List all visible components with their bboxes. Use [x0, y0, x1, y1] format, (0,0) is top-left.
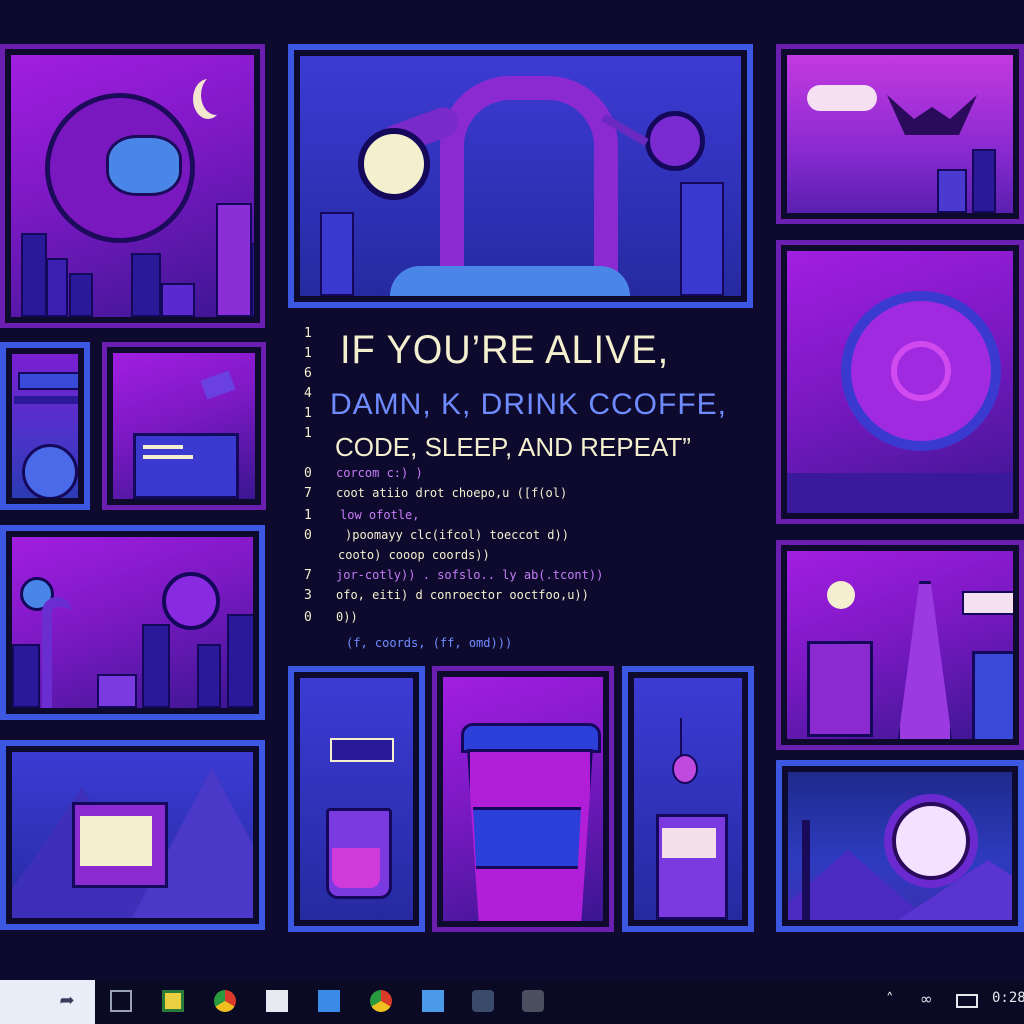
coffee-machine [807, 641, 873, 737]
line-number: 1 [304, 346, 312, 361]
chrome-icon[interactable] [214, 990, 236, 1012]
clock-circle [358, 128, 430, 200]
settings-icon[interactable] [522, 990, 544, 1012]
panel-coffee-cup [432, 666, 614, 932]
code-line: low ofotle, [340, 508, 420, 522]
line-number: 0 [304, 528, 312, 543]
chevron-up-icon[interactable]: ˄ [886, 990, 894, 1008]
line-number: 6 [304, 366, 312, 381]
panel-mountains-window [0, 740, 265, 930]
task-view-icon[interactable] [110, 990, 132, 1012]
bat [887, 95, 977, 135]
crescent-moon [201, 75, 231, 115]
chrome-icon[interactable] [370, 990, 392, 1012]
line-number: 7 [304, 568, 312, 583]
panel-dragon [0, 525, 265, 720]
line-number: 7 [304, 486, 312, 501]
quote-line-3: CODE, SLEEP, AND REPEAT” [335, 432, 691, 462]
panel-sunset [776, 760, 1024, 932]
quote-block: IF YOU’RE ALIVE, DAMN, K, DRINK CCOFFE, … [290, 320, 760, 650]
panel-bat-sky [776, 44, 1024, 224]
code-line: )poomayy clc(ifcol) toeccot d)) [345, 528, 569, 542]
cup-sleeve [473, 807, 581, 869]
taskbar-search-box[interactable]: ➦ [0, 980, 95, 1024]
code-line: (f, coords, (ff, omd))) [346, 636, 513, 650]
line-number: 0 [304, 610, 312, 625]
panel-coffee-pot [288, 666, 425, 932]
cup-lid [461, 723, 601, 753]
code-line: jor-cotly)) . sofslo.. ly ab(.tcont)) [336, 568, 604, 582]
quote-line-1: IF YOU’RE ALIVE, [340, 328, 670, 372]
tentacle-arch [440, 76, 618, 296]
panel-coffee-mug [622, 666, 754, 932]
store-icon[interactable] [318, 990, 340, 1012]
blue-moon [106, 135, 182, 196]
keyboard-icon[interactable] [956, 994, 978, 1008]
quote-line-2: DAMN, K, DRINK CCOFFE, [330, 388, 728, 421]
panel-shelf [0, 342, 90, 510]
panel-city-dragon [0, 44, 265, 328]
taskbar: ➦ ˄ ∞ 0:28 [0, 980, 1024, 1024]
panel-computer [102, 342, 266, 510]
line-number: 4 [304, 386, 312, 401]
line-number: 1 [304, 426, 312, 441]
line-number: 0 [304, 466, 312, 481]
mail-icon[interactable] [422, 990, 444, 1012]
edge-icon[interactable] [472, 990, 494, 1012]
back-arrow-icon[interactable]: ➦ [56, 990, 78, 1012]
line-number: 1 [304, 326, 312, 341]
line-number: 1 [304, 406, 312, 421]
code-line: corcom c:) ) [336, 466, 423, 480]
file-explorer-icon[interactable] [162, 990, 184, 1012]
lighthouse [897, 581, 953, 739]
panel-planet-ring [776, 240, 1024, 524]
code-line: coot atiio drot choepo,u ([f(ol) [336, 486, 568, 500]
dragon-neck [42, 597, 72, 708]
code-line: ofo, eiti) d conroector ooctfoo,u)) [336, 588, 589, 602]
wifi-icon[interactable]: ∞ [920, 990, 933, 1008]
code-line: cooto) cooop coords)) [338, 548, 490, 562]
panel-octopus [288, 44, 753, 308]
pendant [672, 754, 698, 784]
monitor [133, 433, 239, 499]
code-line: 0)) [336, 610, 358, 624]
panel-lighthouse [776, 540, 1024, 750]
clock[interactable]: 0:28 [992, 990, 1024, 1006]
app-icon[interactable] [266, 990, 288, 1012]
line-number: 1 [304, 508, 312, 523]
line-number: 3 [304, 588, 312, 603]
